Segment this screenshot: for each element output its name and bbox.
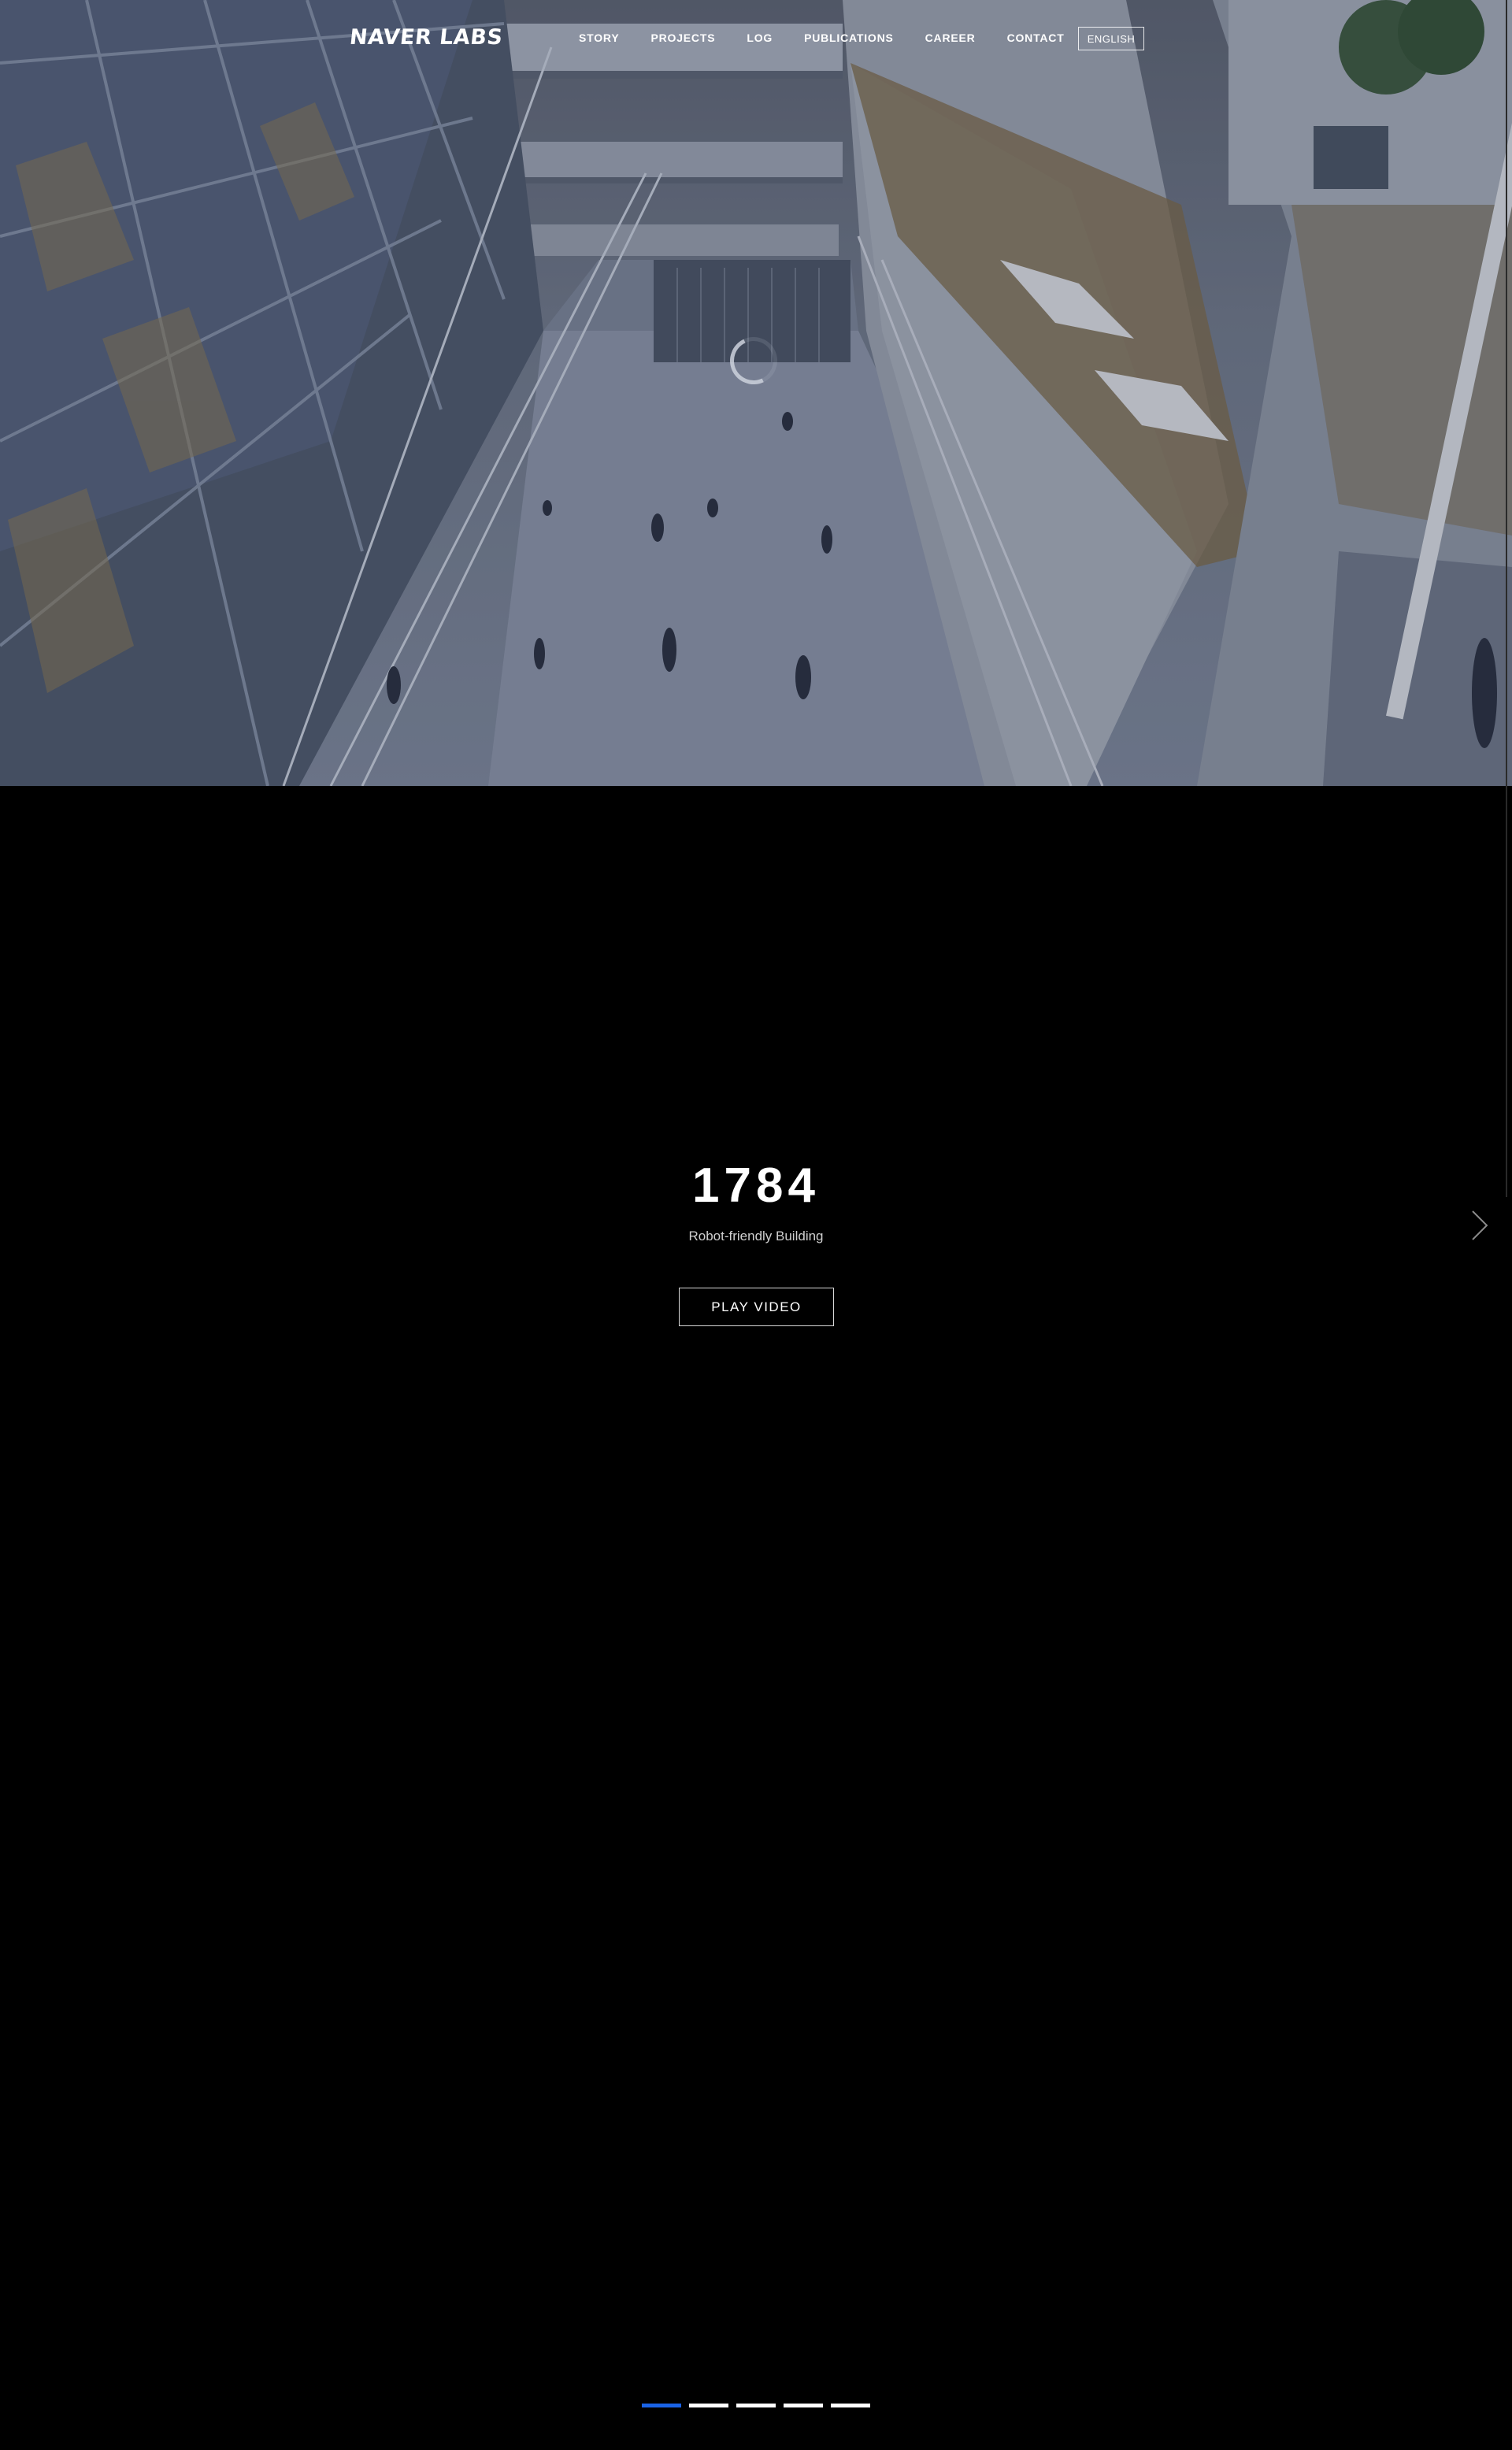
pagination-dot-5[interactable]: [831, 2404, 870, 2407]
hero-video-frame: [0, 0, 1512, 786]
slide-pagination: [642, 2404, 870, 2407]
nav-item-projects[interactable]: PROJECTS: [650, 32, 715, 44]
pagination-dot-3[interactable]: [736, 2404, 776, 2407]
nav-item-story[interactable]: STORY: [579, 32, 619, 44]
main-nav: STORY PROJECTS LOG PUBLICATIONS CAREER C…: [579, 32, 1096, 44]
vertical-scrollbar[interactable]: [1506, 0, 1507, 1197]
nav-item-publications[interactable]: PUBLICATIONS: [804, 32, 894, 44]
nav-item-log[interactable]: LOG: [747, 32, 773, 44]
page: NAVER LABS STORY PROJECTS LOG PUBLICATIO…: [0, 0, 1512, 2450]
site-header: NAVER LABS STORY PROJECTS LOG PUBLICATIO…: [0, 0, 1512, 79]
language-select-button[interactable]: ENGLISH: [1078, 27, 1144, 50]
pagination-dot-1[interactable]: [642, 2404, 681, 2407]
naver-labs-logo[interactable]: NAVER LABS: [348, 25, 504, 50]
pagination-dot-4[interactable]: [784, 2404, 823, 2407]
slide-title: 1784: [692, 1158, 820, 1213]
chevron-right-icon[interactable]: [1468, 1208, 1492, 1243]
pagination-dot-2[interactable]: [689, 2404, 728, 2407]
play-video-button[interactable]: PLAY VIDEO: [679, 1288, 834, 1326]
nav-item-career[interactable]: CAREER: [925, 32, 976, 44]
nav-item-contact[interactable]: CONTACT: [1007, 32, 1065, 44]
slide-subtitle: Robot-friendly Building: [688, 1229, 824, 1244]
hero-overlay: [0, 0, 1512, 786]
